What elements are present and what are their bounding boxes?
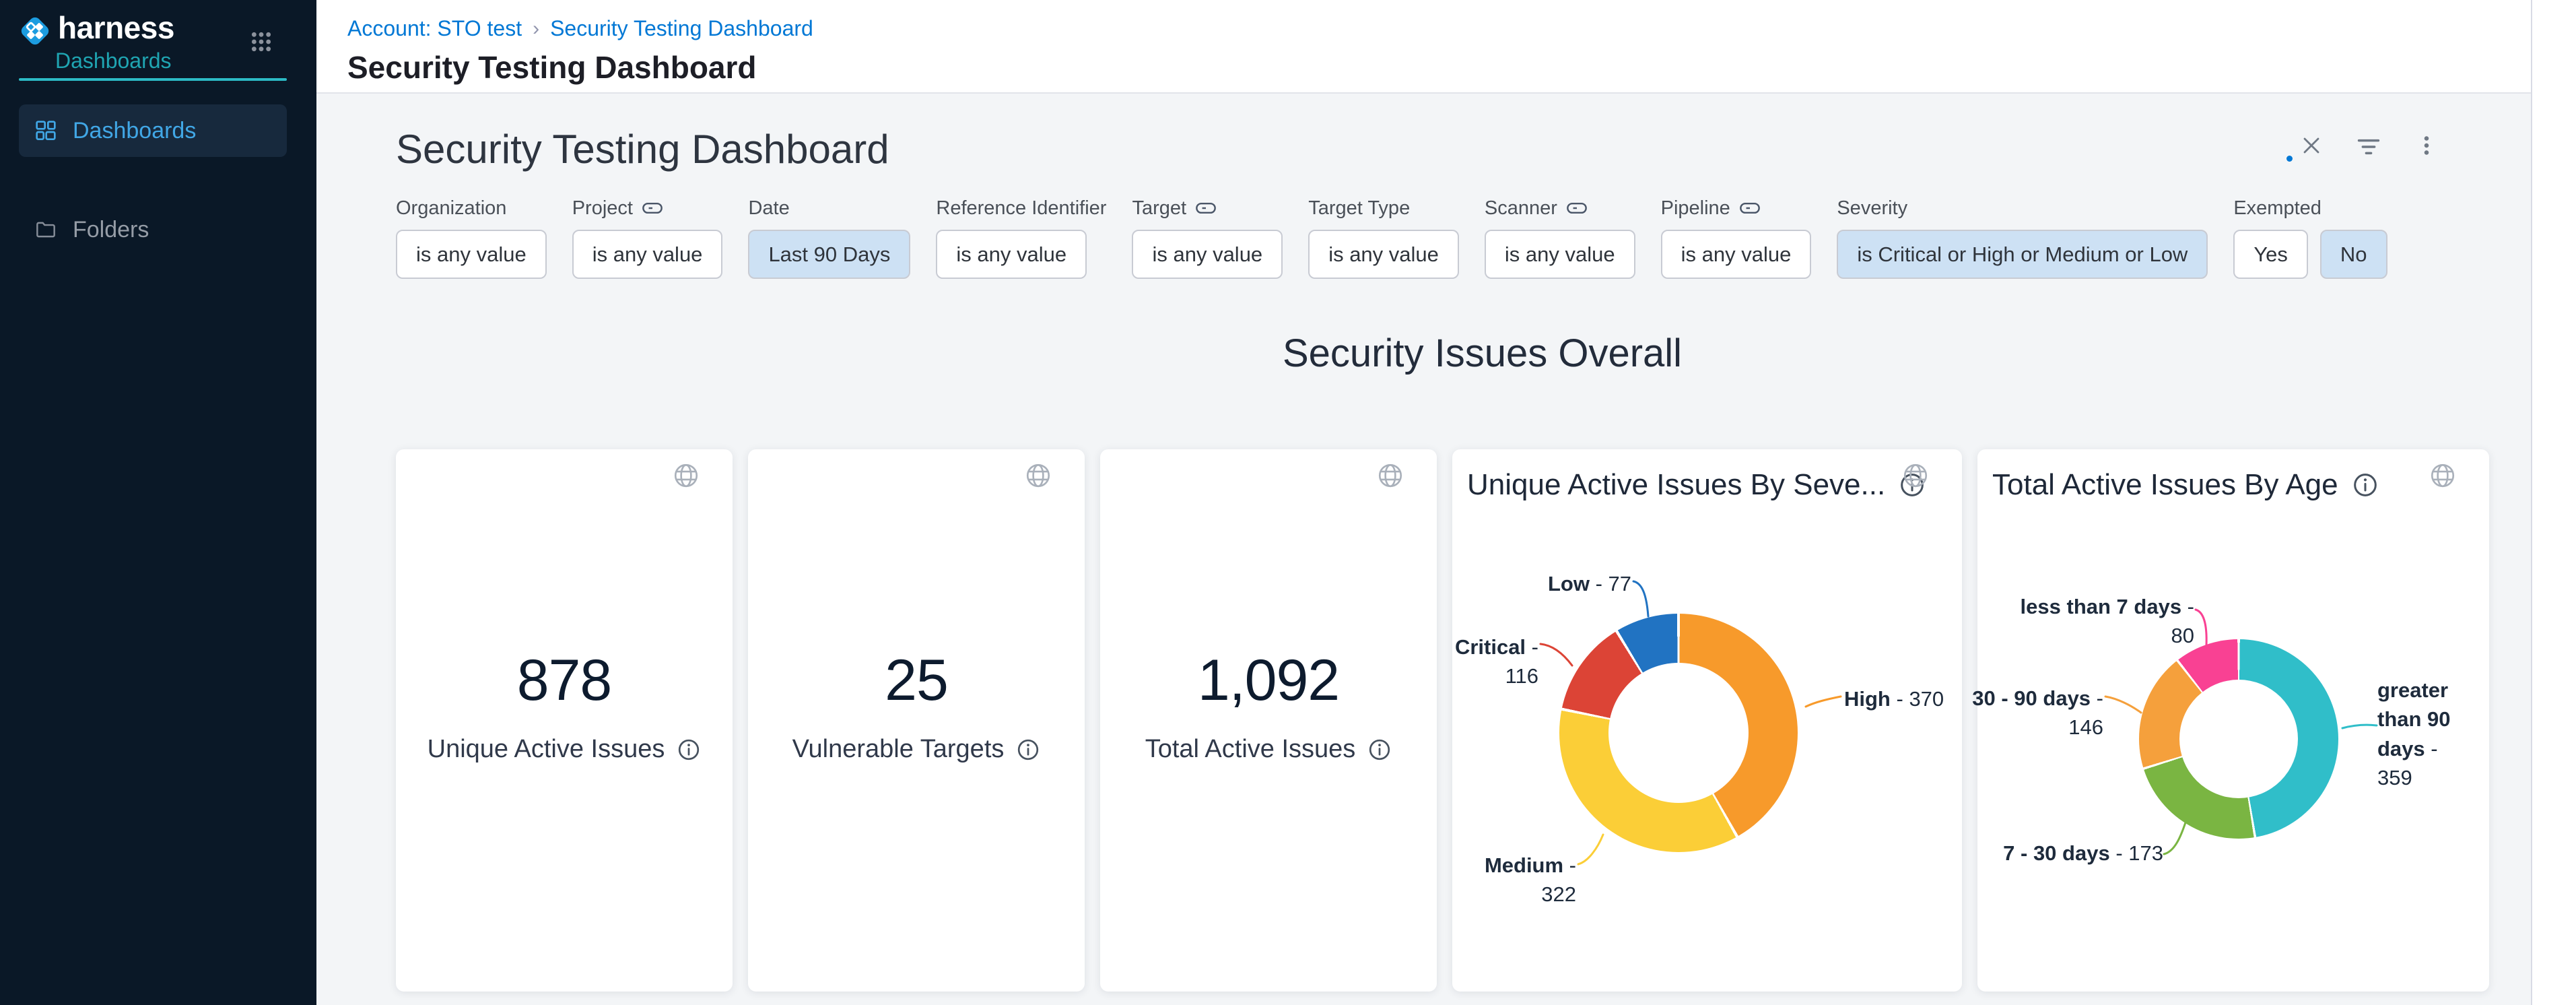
filter-severity: Severity is Critical or High or Medium o… [1837, 196, 2208, 279]
globe-icon [1901, 461, 1930, 490]
chart-title: Total Active Issues By Age [1992, 468, 2379, 502]
globe-icon [2429, 461, 2457, 490]
scrollbar-track[interactable] [2531, 0, 2576, 1005]
filter-value-button[interactable]: Last 90 Days [748, 230, 910, 279]
age-donut-chart[interactable] [2139, 639, 2338, 839]
breadcrumb-separator: › [533, 18, 539, 40]
folder-icon [35, 219, 57, 240]
tile-vulnerable-targets: 25 Vulnerable Targets [748, 449, 1085, 992]
module-label: Dashboards [55, 48, 172, 73]
filter-label: Target [1132, 197, 1186, 220]
link-icon [1196, 201, 1216, 216]
section-title: Security Issues Overall [396, 331, 2569, 376]
severity-donut-chart[interactable] [1559, 614, 1798, 852]
tile-total-active-issues-by-age: Total Active Issues By Age [1977, 449, 2489, 992]
info-icon[interactable] [1016, 738, 1040, 762]
callout-critical: Critical - 116 [1444, 633, 1538, 691]
callout-7-30-days: 7 - 30 days - 173 [1998, 839, 2163, 868]
tile-unique-active-issues: 878 Unique Active Issues [396, 449, 733, 992]
filter-label: Project [572, 197, 633, 220]
sidebar-item-folders[interactable]: Folders [19, 203, 287, 256]
cursor-dot [2286, 156, 2293, 162]
globe-icon [1024, 461, 1052, 490]
breadcrumb-page-link[interactable]: Security Testing Dashboard [550, 16, 813, 41]
info-icon[interactable] [677, 738, 701, 762]
tiles-row: 878 Unique Active Issues 25 V [396, 449, 2489, 992]
breadcrumb-account-link[interactable]: Account: STO test [347, 16, 522, 41]
exempted-yes-button[interactable]: Yes [2233, 230, 2308, 279]
tile-total-active-issues: 1,092 Total Active Issues [1100, 449, 1437, 992]
donut-hole [2179, 680, 2298, 798]
donut-hole [1608, 663, 1749, 803]
tile-unique-active-issues-by-severity: Unique Active Issues By Seve... [1452, 449, 1962, 992]
link-icon [1740, 201, 1760, 216]
sidebar-item-label: Folders [73, 217, 149, 243]
sidebar-divider [19, 78, 287, 81]
filter-date: Date Last 90 Days [748, 196, 910, 279]
link-icon [1567, 201, 1587, 216]
callout-medium: Medium - 322 [1454, 851, 1576, 909]
filter-bar: Organization is any value Project is any… [396, 196, 2387, 279]
filter-value-button[interactable]: is any value [396, 230, 547, 279]
callout-greater-than-90-days: greater than 90 days - 359 [2377, 676, 2461, 793]
page-title: Security Testing Dashboard [347, 49, 2576, 86]
filter-value-button[interactable]: is any value [1132, 230, 1283, 279]
sidebar-item-label: Dashboards [73, 118, 196, 144]
sidebar: harness Dashboards Dashboards Folders [0, 0, 316, 1005]
filter-label: Scanner [1485, 197, 1557, 220]
metric-value: 878 [517, 651, 612, 709]
filter-label: Organization [396, 197, 506, 220]
metric-value: 1,092 [1198, 651, 1339, 709]
info-icon[interactable] [1367, 738, 1392, 762]
dashboard-content: Security Testing Dashboard Organization … [316, 94, 2576, 1005]
callout-less-than-7-days: less than 7 days - 80 [2012, 592, 2194, 651]
metric-label: Total Active Issues [1145, 735, 1392, 764]
filter-label: Pipeline [1661, 197, 1730, 220]
filter-scanner: Scanner is any value [1485, 196, 1635, 279]
filter-label: Severity [1837, 197, 1907, 220]
filter-value-button[interactable]: is any value [1485, 230, 1635, 279]
link-icon [642, 201, 663, 216]
metric-label: Vulnerable Targets [792, 735, 1041, 764]
filter-target-type: Target Type is any value [1308, 196, 1459, 279]
info-icon[interactable] [2352, 472, 2379, 498]
globe-icon [1376, 461, 1404, 490]
filter-value-button[interactable]: is any value [572, 230, 723, 279]
sidebar-item-dashboards[interactable]: Dashboards [19, 104, 287, 157]
filter-organization: Organization is any value [396, 196, 547, 279]
filter-project: Project is any value [572, 196, 723, 279]
filter-reference-identifier: Reference Identifier is any value [936, 196, 1106, 279]
close-icon[interactable] [2301, 135, 2321, 156]
filter-value-button[interactable]: is Critical or High or Medium or Low [1837, 230, 2208, 279]
metric-label: Unique Active Issues [428, 735, 702, 764]
callout-30-90-days: 30 - 90 days - 146 [1938, 684, 2103, 742]
breadcrumb: Account: STO test › Security Testing Das… [347, 16, 2576, 41]
filter-pipeline: Pipeline is any value [1661, 196, 1812, 279]
filter-target: Target is any value [1132, 196, 1283, 279]
filter-label: Target Type [1308, 197, 1410, 220]
harness-logo-icon [18, 13, 53, 48]
filter-label: Exempted [2233, 197, 2321, 220]
chart-title: Unique Active Issues By Seve... [1467, 468, 1858, 502]
filter-label: Reference Identifier [936, 197, 1106, 220]
app-switcher-icon[interactable] [250, 31, 272, 53]
metric-value: 25 [885, 651, 948, 709]
app-root: harness Dashboards Dashboards Folders [0, 0, 2576, 1005]
dashboards-icon [35, 120, 57, 141]
callout-low: Low - 77 [1491, 569, 1631, 598]
filter-value-button[interactable]: is any value [1661, 230, 1812, 279]
globe-icon [672, 461, 700, 490]
dashboard-panel-title: Security Testing Dashboard [396, 126, 889, 172]
app-header: Account: STO test › Security Testing Das… [316, 0, 2576, 94]
main-area: Account: STO test › Security Testing Das… [316, 0, 2576, 1005]
filter-exempted: Exempted Yes No [2233, 196, 2387, 279]
filter-value-button[interactable]: is any value [936, 230, 1087, 279]
filter-icon[interactable] [2357, 138, 2381, 156]
filter-value-button[interactable]: is any value [1308, 230, 1459, 279]
brand-wordmark: harness [58, 9, 174, 46]
exempted-no-button[interactable]: No [2320, 230, 2387, 279]
more-options-icon[interactable] [2417, 134, 2436, 157]
filter-label: Date [748, 197, 789, 220]
